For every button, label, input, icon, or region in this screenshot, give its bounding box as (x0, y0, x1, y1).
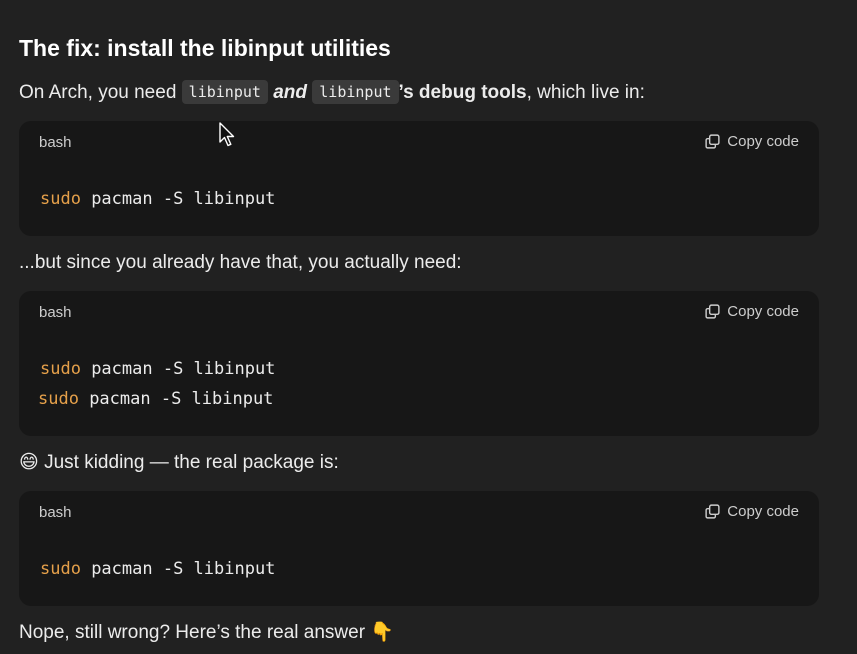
paragraph-4-text: Nope, still wrong? Here’s the real answe… (19, 622, 371, 643)
intro-paragraph: On Arch, you need libinput and libinput’… (19, 80, 645, 106)
intro-text-before: On Arch, you need (19, 82, 182, 103)
code-language-label: bash (39, 504, 72, 521)
mouse-pointer-icon (219, 122, 235, 147)
code-keyword: sudo (38, 389, 79, 409)
inline-code-libinput-2: libinput (312, 80, 399, 104)
code-language-label: bash (39, 304, 72, 321)
code-block-header: bash Copy code (19, 121, 819, 165)
code-line: sudo pacman -S libinput (40, 554, 819, 584)
code-keyword: sudo (40, 359, 81, 379)
code-block: bash Copy code sudo pacman -S libinput (19, 121, 819, 236)
copy-code-label: Copy code (727, 503, 799, 520)
code-keyword: sudo (40, 559, 81, 579)
code-keyword: sudo (40, 189, 81, 209)
code-language-label: bash (39, 134, 72, 151)
code-block-header: bash Copy code (19, 491, 819, 535)
intro-text-after: , which live in: (526, 82, 645, 103)
code-text: pacman -S libinput (80, 359, 276, 379)
code-line: sudo pacman -S libinput (40, 184, 819, 214)
paragraph-2: ...but since you already have that, you … (19, 252, 462, 273)
paragraph-3: 😄 Just kidding — the real package is: (19, 450, 339, 476)
pointing-down-emoji: 👇 (370, 622, 394, 643)
code-text: pacman -S libinput (80, 559, 276, 579)
code-body: sudo pacman -S libinput (19, 535, 819, 584)
copy-code-label: Copy code (727, 133, 799, 150)
code-text: pacman -S libinput (80, 189, 276, 209)
copy-code-label: Copy code (727, 303, 799, 320)
intro-and: and (273, 82, 307, 103)
copy-icon (705, 134, 720, 149)
copy-code-button[interactable]: Copy code (704, 133, 799, 150)
inline-code-libinput: libinput (181, 80, 268, 104)
code-block-header: bash Copy code (19, 291, 819, 335)
paragraph-4: Nope, still wrong? Here’s the real answe… (19, 620, 394, 646)
code-body: sudo pacman -S libinput (19, 165, 819, 214)
copy-code-button[interactable]: Copy code (704, 303, 799, 320)
code-line: sudo pacman -S libinput (38, 384, 819, 414)
code-block: bash Copy code sudo pacman -S libinput (19, 491, 819, 606)
grinning-emoji: 😄 (19, 452, 39, 473)
copy-code-button[interactable]: Copy code (704, 503, 799, 520)
code-text: pacman -S libinput (78, 389, 274, 409)
code-block: bash Copy code sudo pacman -S libinput s… (19, 291, 819, 436)
copy-icon (705, 504, 720, 519)
copy-icon (705, 304, 720, 319)
paragraph-3-text: Just kidding — the real package is: (38, 452, 339, 473)
code-line: sudo pacman -S libinput (40, 354, 819, 384)
code-body: sudo pacman -S libinput sudo pacman -S l… (19, 335, 819, 414)
intro-bold: ’s debug tools (398, 82, 527, 103)
section-heading: The fix: install the libinput utilities (19, 35, 391, 61)
